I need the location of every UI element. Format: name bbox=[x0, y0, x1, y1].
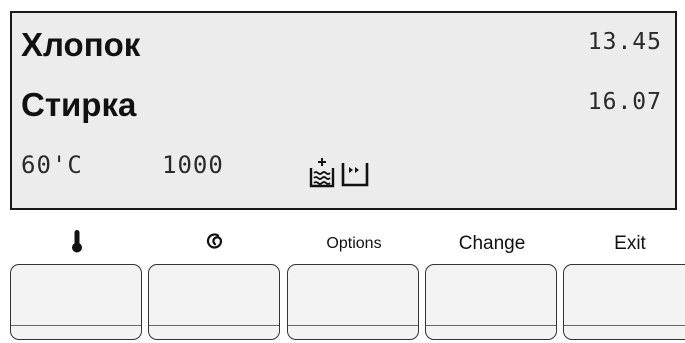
exit-label: Exit bbox=[614, 233, 646, 254]
options-label: Options bbox=[326, 235, 382, 252]
thermometer-icon bbox=[10, 230, 144, 257]
quick-wash-icon bbox=[341, 163, 369, 187]
prewash-icon bbox=[309, 158, 335, 188]
change-button[interactable] bbox=[425, 264, 557, 340]
temperature-readout: 60'C bbox=[21, 151, 83, 179]
spin-readout: 1000 bbox=[162, 151, 224, 179]
change-label: Change bbox=[458, 233, 526, 254]
time-readout-2: 16.07 bbox=[587, 89, 662, 115]
phase-name: Стирка bbox=[21, 86, 137, 123]
options-button[interactable] bbox=[287, 264, 419, 340]
program-name: Хлопок bbox=[21, 26, 141, 63]
time-readout-1: 13.45 bbox=[587, 29, 662, 55]
temperature-button[interactable] bbox=[10, 264, 142, 340]
spin-icon bbox=[148, 232, 282, 254]
exit-button[interactable] bbox=[563, 264, 685, 340]
spin-button[interactable] bbox=[148, 264, 280, 340]
